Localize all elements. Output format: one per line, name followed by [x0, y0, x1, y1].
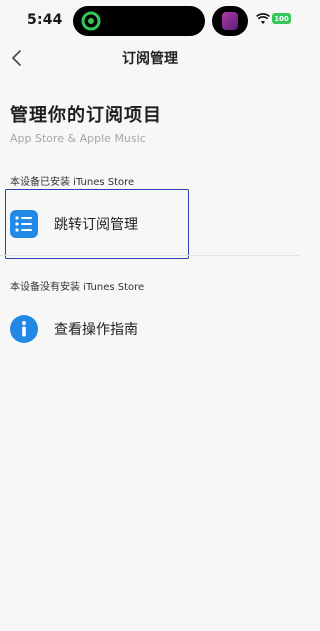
page-subtitle: App Store & Apple Music — [10, 132, 146, 145]
status-bar: 5:44 100 — [0, 0, 300, 42]
nav-title: 订阅管理 — [122, 51, 178, 67]
manage-subscription-row[interactable]: 跳转订阅管理 — [10, 207, 270, 241]
wifi-icon — [256, 13, 270, 24]
dynamic-island-app — [212, 6, 248, 36]
app-activity-icon — [222, 12, 238, 30]
nav-bar: 订阅管理 — [0, 42, 300, 74]
list-icon — [10, 210, 38, 238]
status-time: 5:44 — [27, 12, 63, 28]
manage-subscription-label: 跳转订阅管理 — [54, 217, 138, 233]
section-label-not-installed: 本设备没有安装 iTunes Store — [10, 282, 145, 293]
info-icon — [10, 315, 38, 343]
battery-icon: 100 — [272, 13, 291, 24]
view-guide-row[interactable]: 查看操作指南 — [10, 312, 270, 346]
page-title: 管理你的订阅项目 — [10, 105, 162, 126]
dynamic-island — [73, 6, 205, 36]
activity-icon — [81, 11, 101, 31]
battery-level: 100 — [274, 14, 289, 23]
view-guide-label: 查看操作指南 — [54, 322, 138, 338]
divider — [0, 255, 300, 256]
section-label-installed: 本设备已安装 iTunes Store — [10, 177, 135, 188]
